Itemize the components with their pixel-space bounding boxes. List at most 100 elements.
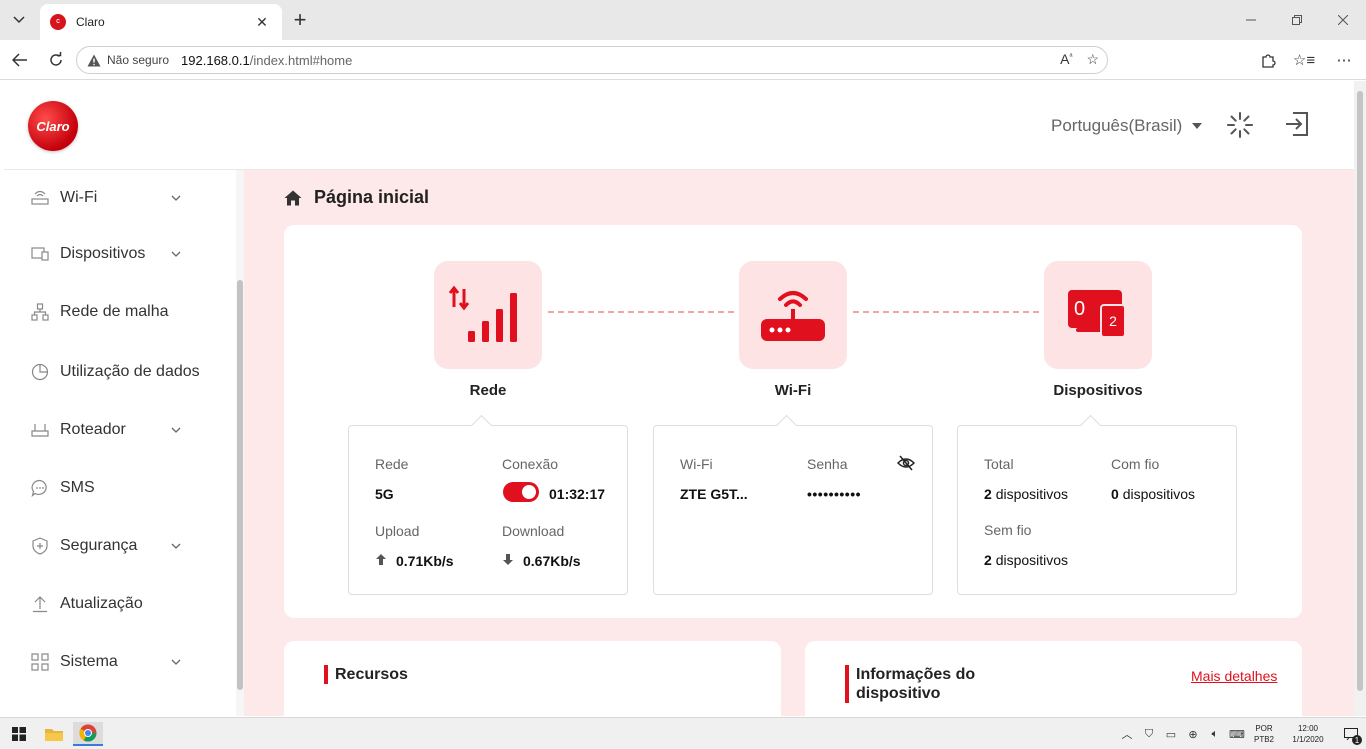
chevron-down-icon: [170, 192, 182, 204]
claro-favicon-icon: C: [50, 14, 66, 30]
resources-card: Recursos: [284, 641, 781, 716]
chat-icon: [30, 478, 50, 498]
connection-time: 01:32:17: [549, 486, 606, 502]
window-controls: [1228, 0, 1366, 40]
resources-title: Recursos: [324, 665, 408, 684]
wifi-hub[interactable]: [739, 261, 847, 369]
tray-device-icon[interactable]: ▭: [1160, 718, 1182, 749]
sidebar-scrollbar[interactable]: [236, 170, 244, 716]
chevron-down-icon: [170, 540, 182, 552]
total-label: Total: [984, 456, 1014, 472]
volume-icon[interactable]: 🔈︎: [1204, 718, 1226, 749]
logout-icon[interactable]: [1283, 110, 1311, 138]
minimize-icon[interactable]: [1228, 0, 1274, 40]
notification-count: 1: [1352, 735, 1362, 745]
clock[interactable]: 12:00 1/1/2020: [1280, 723, 1336, 745]
upload-value: 0.71Kb/s: [396, 553, 454, 569]
arrow-up-icon: [376, 554, 386, 565]
system-tray: ︿ ⛉ ▭ ⊕ 🔈︎ ⌨ POR PTB2 12:00 1/1/2020 1: [1116, 718, 1366, 749]
network-globe-icon[interactable]: ⊕: [1182, 718, 1204, 749]
sidebar-item-data-usage[interactable]: Utilização de dados: [4, 352, 236, 392]
chevron-down-icon: [170, 248, 182, 260]
loading-spinner-icon: [1227, 112, 1253, 138]
sidebar-item-label: Utilização de dados: [60, 363, 200, 380]
wifi-hub-label: Wi-Fi: [774, 382, 812, 399]
password-label: Senha: [807, 456, 848, 472]
chevron-down-icon: [170, 424, 182, 436]
page-scrollbar-thumb[interactable]: [1357, 91, 1363, 691]
sidebar-scrollbar-thumb[interactable]: [237, 280, 243, 690]
warning-triangle-icon: [87, 53, 101, 67]
page-title-text: Página inicial: [314, 187, 430, 207]
favorites-icon[interactable]: ☆≡: [1286, 48, 1322, 72]
read-aloud-icon[interactable]: Aᵃ: [1060, 51, 1072, 68]
close-window-icon[interactable]: [1320, 0, 1366, 40]
network-hub-label: Rede: [469, 382, 507, 399]
connection-toggle[interactable]: [503, 482, 539, 502]
sidebar-item-devices[interactable]: Dispositivos: [4, 234, 236, 274]
claro-logo: Claro: [28, 101, 78, 151]
more-details-link[interactable]: Mais detalhes: [1191, 668, 1277, 684]
sidebar-item-system[interactable]: Sistema: [4, 642, 236, 682]
network-hub[interactable]: [434, 261, 542, 369]
url-field[interactable]: Não seguro 192.168.0.1/index.html#home A…: [76, 46, 1108, 74]
browser-tab[interactable]: C Claro ✕: [40, 4, 282, 40]
download-value: 0.67Kb/s: [523, 553, 581, 569]
page-title: Página inicial: [284, 187, 429, 208]
url-host: 192.168.0.1: [181, 52, 250, 68]
sidebar-item-router[interactable]: Roteador: [4, 410, 236, 450]
devices-hub-label: Dispositivos: [1053, 382, 1143, 399]
windows-start-icon[interactable]: [4, 722, 34, 746]
total-count: 2 dispositivos: [984, 486, 1069, 502]
eye-hidden-icon[interactable]: [897, 455, 915, 471]
upload-icon: [30, 594, 50, 614]
new-tab-plus-icon[interactable]: +: [288, 7, 312, 32]
extensions-icon[interactable]: [1250, 48, 1286, 72]
input-language[interactable]: POR PTB2: [1248, 723, 1280, 745]
devices-icon: [30, 244, 50, 264]
tray-chevron-up-icon[interactable]: ︿: [1116, 718, 1138, 749]
box-pointer: [470, 414, 493, 437]
shield-icon: [30, 536, 50, 556]
sidebar-item-security[interactable]: Segurança: [4, 526, 236, 566]
tray-app-icon[interactable]: ⛉: [1138, 718, 1160, 749]
chrome-app-icon[interactable]: [73, 722, 103, 746]
tab-close-icon[interactable]: ✕: [252, 14, 272, 31]
sidebar-item-sms[interactable]: SMS: [4, 468, 236, 508]
sidebar-item-update[interactable]: Atualização: [4, 584, 236, 624]
windows-taskbar: ︿ ⛉ ▭ ⊕ 🔈︎ ⌨ POR PTB2 12:00 1/1/2020 1: [0, 717, 1366, 749]
reload-icon[interactable]: [44, 48, 68, 72]
devices-counter-icon: 0 2: [1068, 290, 1128, 340]
language-select[interactable]: Português(Brasil): [1051, 116, 1203, 136]
main-content: Página inicial Rede Wi-Fi 0 2 Dispositiv…: [244, 170, 1354, 716]
password-value: ••••••••••: [807, 486, 862, 502]
keyboard-icon[interactable]: ⌨: [1226, 718, 1248, 749]
screen: C Claro ✕ + Não seguro 192.168.0.1 /inde…: [0, 0, 1366, 749]
page-header: Claro Português(Brasil): [4, 81, 1354, 170]
notification-icon[interactable]: 1: [1336, 718, 1366, 749]
wireless-count: 2 dispositivos: [984, 552, 1069, 568]
sidebar-item-wifi[interactable]: Wi-Fi: [4, 178, 236, 218]
more-menu-icon[interactable]: ⋯: [1322, 48, 1366, 72]
omnibox-actions: Aᵃ ☆: [1060, 51, 1099, 68]
browser-tab-bar: C Claro ✕ +: [0, 0, 1366, 40]
file-explorer-icon[interactable]: [39, 722, 69, 746]
tab-title: Claro: [76, 15, 105, 29]
sidebar-item-mesh[interactable]: Rede de malha: [4, 292, 236, 332]
back-arrow-icon[interactable]: [8, 48, 32, 72]
not-secure-label: Não seguro: [107, 53, 170, 67]
page-scrollbar[interactable]: [1354, 81, 1366, 716]
favorite-star-icon[interactable]: ☆: [1086, 51, 1099, 68]
wireless-label: Sem fio: [984, 522, 1032, 538]
sidebar-item-label: Roteador: [60, 421, 126, 438]
connector-line: [853, 311, 1039, 313]
tab-list-chevron-icon[interactable]: [6, 8, 32, 32]
restore-icon[interactable]: [1274, 0, 1320, 40]
grid-icon: [30, 652, 50, 672]
router-icon: [30, 188, 50, 208]
chevron-down-icon: [170, 656, 182, 668]
language-value: Português(Brasil): [1051, 116, 1183, 135]
network-signal-icon: [448, 285, 517, 342]
devices-hub[interactable]: 0 2: [1044, 261, 1152, 369]
mesh-icon: [30, 302, 50, 322]
